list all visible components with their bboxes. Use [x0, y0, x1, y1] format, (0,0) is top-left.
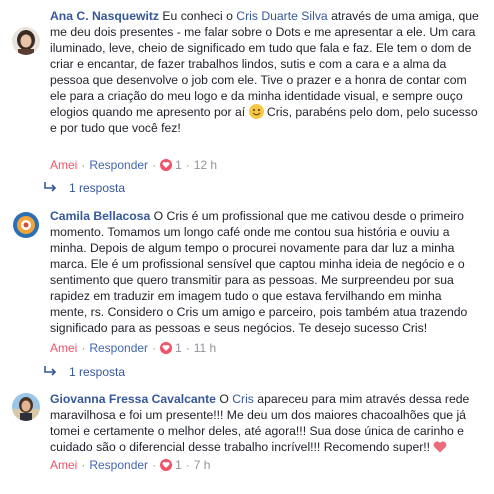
smile-emoji-icon — [248, 104, 264, 119]
mention-link[interactable]: Cris — [232, 392, 254, 406]
timestamp[interactable]: 11 h — [194, 340, 216, 356]
reply-button[interactable]: Responder — [89, 457, 148, 473]
comment-author[interactable]: Camila Bellacosa — [50, 209, 150, 223]
comment-actions: Amei · Responder · 1 · 11 h — [50, 340, 217, 356]
love-button[interactable]: Amei — [50, 157, 77, 173]
avatar[interactable] — [12, 393, 40, 421]
avatar[interactable] — [12, 211, 40, 239]
reaction-count[interactable]: 1 — [175, 157, 182, 173]
love-button[interactable]: Amei — [50, 340, 77, 356]
view-replies-link[interactable]: 1 resposta — [44, 181, 125, 195]
reaction-count[interactable]: 1 — [175, 340, 182, 356]
reply-arrow-icon — [44, 181, 57, 195]
reply-button[interactable]: Responder — [89, 340, 148, 356]
comment-actions: Amei · Responder · 1 · 7 h — [50, 457, 211, 473]
comment-text: Giovanna Fressa Cavalcante O Cris aparec… — [50, 391, 480, 457]
comment-author[interactable]: Ana C. Nasquewitz — [50, 9, 159, 23]
timestamp[interactable]: 7 h — [194, 457, 211, 473]
love-button[interactable]: Amei — [50, 457, 77, 473]
comment-text: Camila Bellacosa O Cris é um profissiona… — [50, 209, 468, 335]
mention-link[interactable]: Cris Duarte Silva — [236, 9, 327, 23]
comment-text: Ana C. Nasquewitz Eu conheci o Cris Duar… — [50, 9, 479, 135]
love-reaction-icon[interactable] — [160, 459, 173, 471]
timestamp[interactable]: 12 h — [194, 157, 217, 173]
comment-actions: Amei · Responder · 1 · 12 h — [50, 157, 218, 173]
avatar[interactable] — [12, 27, 40, 55]
reaction-count[interactable]: 1 — [175, 457, 182, 473]
heart-emoji-icon — [433, 441, 447, 457]
love-reaction-icon[interactable] — [160, 342, 173, 354]
view-replies-link[interactable]: 1 resposta — [44, 365, 125, 379]
love-reaction-icon[interactable] — [160, 159, 173, 171]
reply-button[interactable]: Responder — [89, 157, 148, 173]
reply-arrow-icon — [44, 365, 57, 379]
comment-author[interactable]: Giovanna Fressa Cavalcante — [50, 392, 216, 406]
